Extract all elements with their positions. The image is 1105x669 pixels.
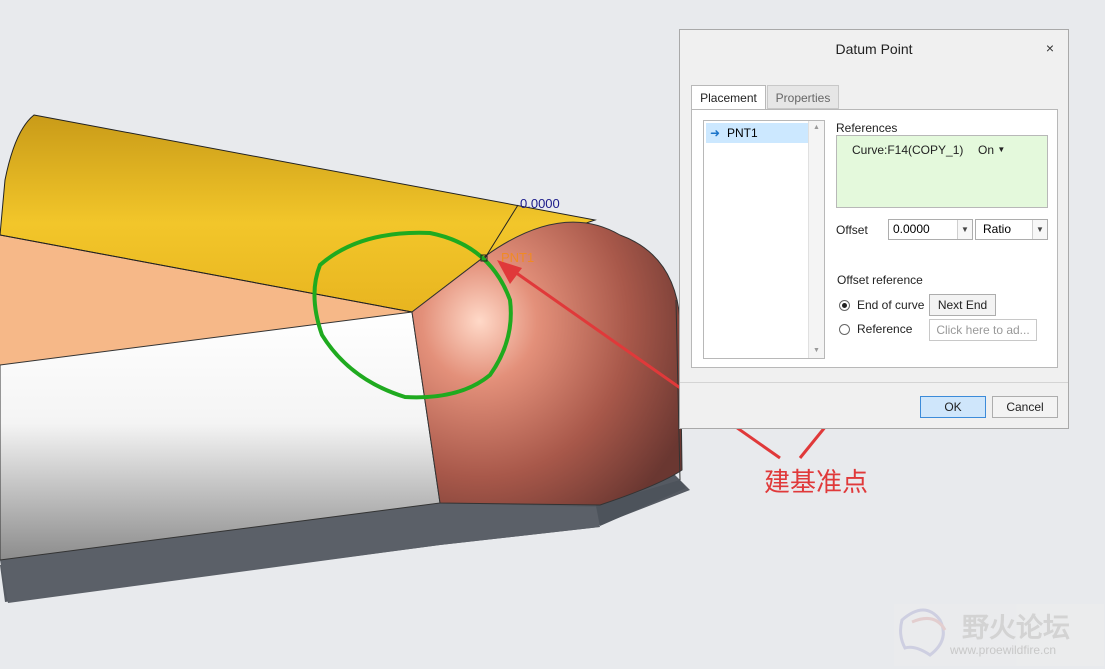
list-scrollbar[interactable]: ▲ ▼ [808, 121, 824, 358]
datum-point-dialog: Datum Point × Placement Properties ➜ PNT… [679, 29, 1069, 429]
ok-button[interactable]: OK [920, 396, 986, 418]
reference-constraint-dropdown[interactable]: On ▼ [978, 143, 1005, 157]
watermark-title: 野火论坛 [962, 613, 1070, 644]
reference-collector[interactable]: Click here to ad... [929, 319, 1037, 341]
references-heading: References [836, 121, 898, 135]
placement-panel: ➜ PNT1 ▲ ▼ References Curve:F14(COPY_1) … [691, 109, 1058, 368]
caret-down-icon: ▼ [997, 145, 1006, 154]
references-box[interactable]: Curve:F14(COPY_1) On ▼ [836, 135, 1048, 208]
radio-reference[interactable] [839, 324, 850, 335]
offset-dimension-label[interactable]: 0.0000 [520, 196, 560, 211]
constraint-value: On [978, 143, 995, 157]
offset-type-select[interactable]: Ratio ▼ [975, 219, 1048, 240]
list-item-label: PNT1 [727, 126, 758, 140]
annotation-text: 建基准点 [764, 468, 869, 498]
scroll-up-icon[interactable]: ▲ [809, 121, 824, 135]
reference-option-label: Reference [857, 322, 913, 336]
chevron-down-icon[interactable]: ▼ [957, 220, 972, 239]
tab-placement[interactable]: Placement [691, 85, 766, 110]
datum-point-label[interactable]: PNT1 [501, 250, 534, 265]
scroll-down-icon[interactable]: ▼ [809, 344, 824, 358]
tab-properties[interactable]: Properties [767, 85, 839, 109]
chevron-down-icon[interactable]: ▼ [1032, 220, 1047, 239]
close-icon[interactable]: × [1042, 40, 1058, 56]
list-item[interactable]: ➜ PNT1 [706, 123, 809, 143]
reference-item[interactable]: Curve:F14(COPY_1) [852, 143, 963, 157]
end-of-curve-label: End of curve [857, 298, 925, 312]
watermark-url: www.proewildfire.cn [950, 643, 1057, 657]
offset-label: Offset [836, 223, 868, 237]
next-end-button[interactable]: Next End [929, 294, 996, 316]
datum-point-list[interactable]: ➜ PNT1 ▲ ▼ [703, 120, 825, 359]
offset-type: Ratio [983, 222, 1012, 236]
dialog-divider [680, 382, 1068, 383]
cancel-button[interactable]: Cancel [992, 396, 1058, 418]
offset-reference-heading: Offset reference [837, 273, 923, 287]
radio-end-of-curve[interactable] [839, 300, 850, 311]
dialog-title: Datum Point [835, 41, 913, 57]
offset-value-input[interactable]: 0.0000 ▼ [888, 219, 973, 240]
arrow-right-icon: ➜ [709, 126, 721, 140]
offset-value: 0.0000 [893, 222, 930, 236]
